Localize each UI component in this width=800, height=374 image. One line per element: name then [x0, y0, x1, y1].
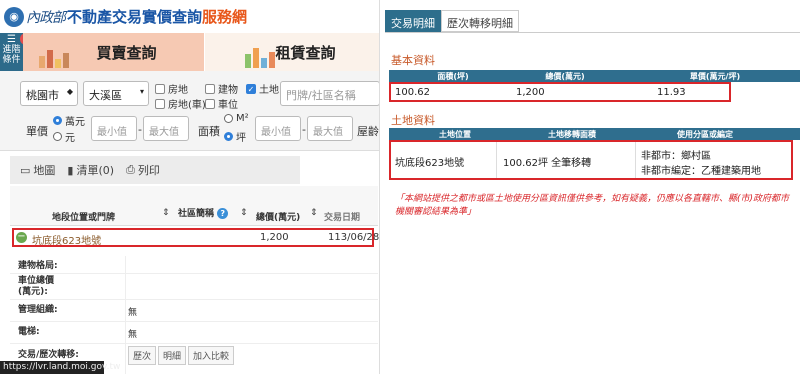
detail-elevator: 電梯: 無 [10, 322, 378, 344]
basic-area-value: 100.62 [395, 87, 430, 98]
district-select[interactable]: 大溪區 ▾ [83, 81, 149, 106]
unit-radio-yuan[interactable]: 元 [53, 129, 75, 144]
result-toolbar: ▭ 地圖 ▮ 清單(0) ⎙ 列印 [10, 156, 300, 184]
filter-area: 桃園市 ◆ 大溪區 ▾ 房地 建物 ✓ 土地 房地(車) 車位 門牌/社區名稱 單價 … [0, 71, 379, 151]
site-subtitle: 服務網 [202, 8, 248, 26]
city-select[interactable]: 桃園市 ◆ [20, 81, 78, 106]
type-checkbox-building[interactable]: 建物 [205, 81, 238, 96]
collapse-icon[interactable]: − [16, 232, 27, 243]
row-detail: 建物格局: 車位總價 (萬元): 管理組織: 無 電梯: 無 交易/歷次轉移: 歷次明… [10, 256, 378, 374]
tab-transfer-history[interactable]: 歷次轉移明細 [441, 10, 519, 32]
map-icon: ▭ [20, 163, 31, 177]
search-panel: ◉ 內政部 不動產交易實價查詢 服務網 ☰ 進階 條件 ! 買賣查詢 租賃查詢 … [0, 0, 380, 374]
section-basic-title: 基本資料 [391, 52, 800, 71]
basic-table-header: 面積(坪) 總價(萬元) 單價(萬元/坪) [389, 70, 800, 82]
type-checkbox-parking[interactable]: 車位 [205, 96, 238, 111]
land-zone-line2: 非都市編定：乙種建築用地 [641, 166, 761, 177]
list-button[interactable]: ▮ 清單(0) [67, 162, 114, 178]
moi-emblem-icon: ◉ [4, 6, 24, 27]
detail-building-type: 建物格局: [10, 256, 378, 274]
land-zone-line1: 非都市：鄉村區 [641, 151, 711, 162]
result-table-header: 地段位置或門牌 ⇕ 社區簡稱 ? ⇕ 總價(萬元) ⇕ 交易日期 [10, 186, 378, 226]
col-community[interactable]: 社區簡稱 ? [178, 206, 229, 219]
sort-caret-icon: ◆ [66, 87, 73, 96]
row-total-price: 1,200 [260, 232, 289, 243]
row-location[interactable]: 坑底段623地號 [32, 232, 101, 247]
land-values-row: 坑底段623地號 100.62坪 全筆移轉 非都市：鄉村區 非都市編定：乙種建築… [389, 140, 793, 180]
type-checkbox-house-parking[interactable]: 房地(車) [155, 96, 206, 111]
history-button[interactable]: 歷次 [128, 346, 157, 365]
sort-icon[interactable]: ⇕ [162, 208, 170, 218]
city-buildings-icon [39, 50, 69, 68]
sort-icon[interactable]: ⇕ [240, 208, 248, 218]
detail-management: 管理組織: 無 [10, 300, 378, 322]
basic-values-row: 100.62 1,200 11.93 [389, 82, 731, 102]
help-icon: ? [217, 208, 229, 219]
check-icon: ✓ [246, 83, 256, 94]
land-location: 坑底段623地號 [395, 158, 465, 169]
price-max-input[interactable]: 最大值 [143, 116, 189, 141]
basic-unit-value: 11.93 [657, 87, 686, 98]
col-trade-date[interactable]: 交易日期 [324, 210, 360, 223]
print-icon: ⎙ [126, 163, 135, 176]
detail-button[interactable]: 明細 [158, 346, 187, 365]
col-location[interactable]: 地段位置或門牌 [52, 210, 115, 223]
unit-price-label: 單價 [26, 125, 48, 138]
site-header: ◉ 內政部 不動產交易實價查詢 服務網 [0, 0, 379, 33]
type-checkbox-house-land[interactable]: 房地 [155, 81, 188, 96]
bookmark-icon: ▮ [67, 163, 74, 177]
unit-radio-wan[interactable]: 萬元 [53, 113, 85, 128]
area-radio-sqm[interactable]: M² [224, 113, 249, 124]
add-compare-button[interactable]: 加入比較 [188, 346, 235, 365]
tab-transaction-detail[interactable]: 交易明細 [385, 10, 441, 32]
detail-parking-price: 車位總價 (萬元): [10, 274, 378, 300]
disclaimer-note: 「本網站提供之都市或區土地使用分區資訊僅供參考，如有疑義，仍應以各直轄市、縣(市… [395, 194, 790, 217]
map-button[interactable]: ▭ 地圖 [20, 162, 55, 178]
table-row[interactable]: − 坑底段623地號 1,200 113/06/28 [12, 228, 379, 247]
land-table-header: 土地位置 土地移轉面積 使用分區或編定 [389, 128, 800, 140]
age-label: 屋齡 [357, 125, 379, 138]
city-buildings-icon [245, 48, 275, 68]
chevron-down-icon: ▾ [139, 87, 144, 96]
basic-total-value: 1,200 [516, 87, 545, 98]
land-area: 100.62坪 全筆移轉 [503, 158, 592, 169]
address-input[interactable]: 門牌/社區名稱 [280, 81, 379, 106]
detail-tabs: 交易明細 歷次轉移明細 [385, 10, 519, 32]
print-button[interactable]: ⎙ 列印 [126, 162, 160, 178]
status-bar-url: https://lvr.land.moi.gov.tw [0, 361, 120, 374]
tab-sale-search[interactable]: 買賣查詢 [23, 33, 204, 71]
area-radio-ping[interactable]: 坪 [224, 129, 246, 144]
area-min-input[interactable]: 最小值 [255, 116, 301, 141]
detail-panel: 交易明細 歷次轉移明細 基本資料 面積(坪) 總價(萬元) 單價(萬元/坪) 1… [381, 0, 800, 374]
area-label: 面積 [198, 125, 220, 138]
logo-script: 內政部 [26, 9, 66, 26]
tab-rent-search[interactable]: 租賃查詢 [205, 33, 379, 71]
type-checkbox-land[interactable]: ✓ 土地 [246, 81, 279, 96]
area-max-input[interactable]: 最大值 [307, 116, 353, 141]
row-trade-date: 113/06/28 [328, 232, 380, 243]
sort-icon[interactable]: ⇕ [310, 208, 318, 218]
site-title[interactable]: 不動產交易實價查詢 [67, 6, 202, 27]
col-total-price[interactable]: 總價(萬元) [256, 210, 300, 223]
price-min-input[interactable]: 最小值 [91, 116, 137, 141]
